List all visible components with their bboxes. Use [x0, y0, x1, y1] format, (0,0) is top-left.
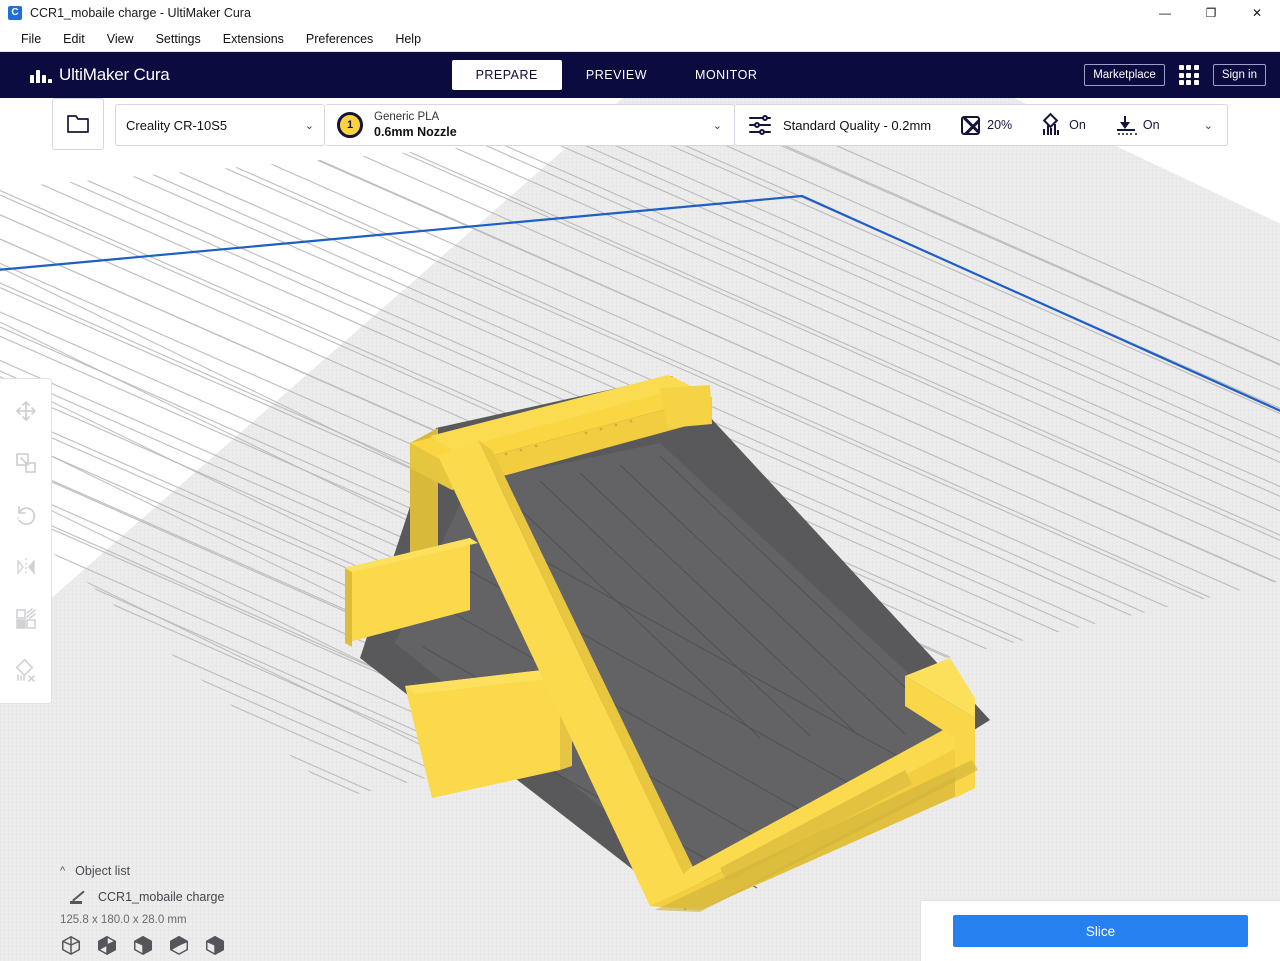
stage-tabs: PREPARE PREVIEW MONITOR: [451, 60, 782, 90]
model-left-arm-upper-side: [345, 568, 352, 647]
window-title: CCR1_mobaile charge - UltiMaker Cura: [30, 6, 251, 20]
chevron-down-icon: ⌄: [304, 119, 314, 132]
object-dimensions: 125.8 x 180.0 x 28.0 mm: [60, 914, 187, 926]
action-panel: Slice: [920, 900, 1280, 961]
nozzle-size: 0.6mm Nozzle: [374, 125, 457, 140]
app-header-right: Marketplace Sign in: [1084, 64, 1266, 86]
object-list-panel: ^ Object list CCR1_mobaile charge 125.8 …: [60, 860, 360, 956]
apps-grid-icon[interactable]: [1178, 65, 1199, 85]
menu-settings[interactable]: Settings: [145, 29, 212, 49]
menu-preferences[interactable]: Preferences: [295, 29, 384, 49]
menubar: File Edit View Settings Extensions Prefe…: [0, 26, 1280, 52]
per-model-settings-icon: [16, 608, 36, 629]
per-model-settings-button[interactable]: [0, 593, 52, 645]
app-header: UltiMaker Cura PREPARE PREVIEW MONITOR M…: [0, 52, 1280, 98]
menu-edit[interactable]: Edit: [52, 29, 96, 49]
tab-prepare[interactable]: PREPARE: [451, 60, 562, 90]
support-blocker-icon: [15, 659, 35, 682]
ultimaker-cura-logo: UltiMaker Cura: [30, 65, 170, 85]
profile-name: Standard Quality - 0.2mm: [783, 117, 932, 133]
view-right-icon[interactable]: [204, 934, 226, 956]
menu-extensions[interactable]: Extensions: [212, 29, 295, 49]
open-folder-icon: [67, 115, 89, 133]
support-stat: On: [1042, 112, 1086, 135]
infill-stat: 20%: [961, 115, 1013, 135]
menu-file[interactable]: File: [10, 29, 52, 49]
tool-rail: [0, 378, 52, 704]
object-name: CCR1_mobaile charge: [98, 889, 225, 904]
chevron-up-icon: ^: [60, 865, 66, 877]
tab-monitor[interactable]: MONITOR: [671, 60, 781, 90]
close-button[interactable]: ✕: [1234, 0, 1280, 26]
build-plate-scene: [0, 98, 1280, 961]
view-front-icon[interactable]: [96, 934, 118, 956]
pencil-icon[interactable]: [70, 889, 86, 905]
printer-selector[interactable]: Creality CR-10S5 ⌄: [115, 104, 325, 146]
view-3d-icon[interactable]: [60, 934, 82, 956]
window-titlebar: CCR1_mobaile charge - UltiMaker Cura — ❐…: [0, 0, 1280, 26]
open-file-button[interactable]: [52, 98, 104, 150]
slice-button[interactable]: Slice: [953, 915, 1248, 947]
tab-preview[interactable]: PREVIEW: [562, 60, 671, 90]
3d-viewport[interactable]: [0, 98, 1280, 961]
adhesion-stat: On: [1116, 115, 1160, 135]
build-plate-adhesion-icon: [1116, 115, 1137, 135]
support-icon: [1042, 112, 1062, 135]
ultimaker-mark-icon: [30, 68, 52, 83]
cura-logo-icon: [8, 6, 22, 20]
mirror-tool-button[interactable]: [0, 541, 52, 593]
mirror-icon: [17, 558, 35, 576]
material-name: Generic PLA: [374, 110, 440, 123]
sign-in-button[interactable]: Sign in: [1212, 64, 1266, 86]
printer-name: Creality CR-10S5: [126, 117, 228, 133]
infill-value: 20%: [987, 118, 1013, 132]
object-list-item[interactable]: CCR1_mobaile charge: [70, 882, 360, 911]
print-settings-selector[interactable]: Standard Quality - 0.2mm 20% On On ⌄: [735, 104, 1228, 146]
move-arrows-icon: [16, 401, 36, 421]
scale-tool-button[interactable]: [0, 437, 52, 489]
minimize-button[interactable]: —: [1142, 0, 1188, 26]
infill-icon: [961, 115, 981, 135]
support-value: On: [1069, 118, 1086, 132]
menu-help[interactable]: Help: [384, 29, 432, 49]
chevron-down-icon: ⌄: [712, 119, 722, 132]
material-info: Generic PLA 0.6mm Nozzle: [374, 110, 457, 141]
restore-button[interactable]: ❐: [1188, 0, 1234, 26]
object-list-label: Object list: [75, 864, 131, 878]
material-selector[interactable]: 1 Generic PLA 0.6mm Nozzle ⌄: [325, 104, 735, 146]
move-tool-button[interactable]: [0, 385, 52, 437]
model-rear-right-tab: [660, 385, 712, 428]
app-name: UltiMaker Cura: [59, 65, 170, 84]
camera-view-buttons: [60, 934, 360, 956]
view-left-icon[interactable]: [168, 934, 190, 956]
window-controls: — ❐ ✕: [1142, 0, 1280, 26]
scale-icon: [16, 453, 36, 473]
marketplace-button[interactable]: Marketplace: [1084, 64, 1165, 86]
extruder-1-badge: 1: [337, 112, 363, 138]
menu-view[interactable]: View: [96, 29, 145, 49]
chevron-down-icon: ⌄: [1203, 119, 1213, 132]
support-blocker-button[interactable]: [0, 645, 52, 697]
rotate-tool-button[interactable]: [0, 489, 52, 541]
adhesion-value: On: [1142, 118, 1160, 132]
view-top-icon[interactable]: [132, 934, 154, 956]
rotate-icon: [17, 506, 36, 526]
print-settings-sliders-icon: [749, 115, 771, 135]
object-list-header[interactable]: ^ Object list: [60, 860, 360, 882]
